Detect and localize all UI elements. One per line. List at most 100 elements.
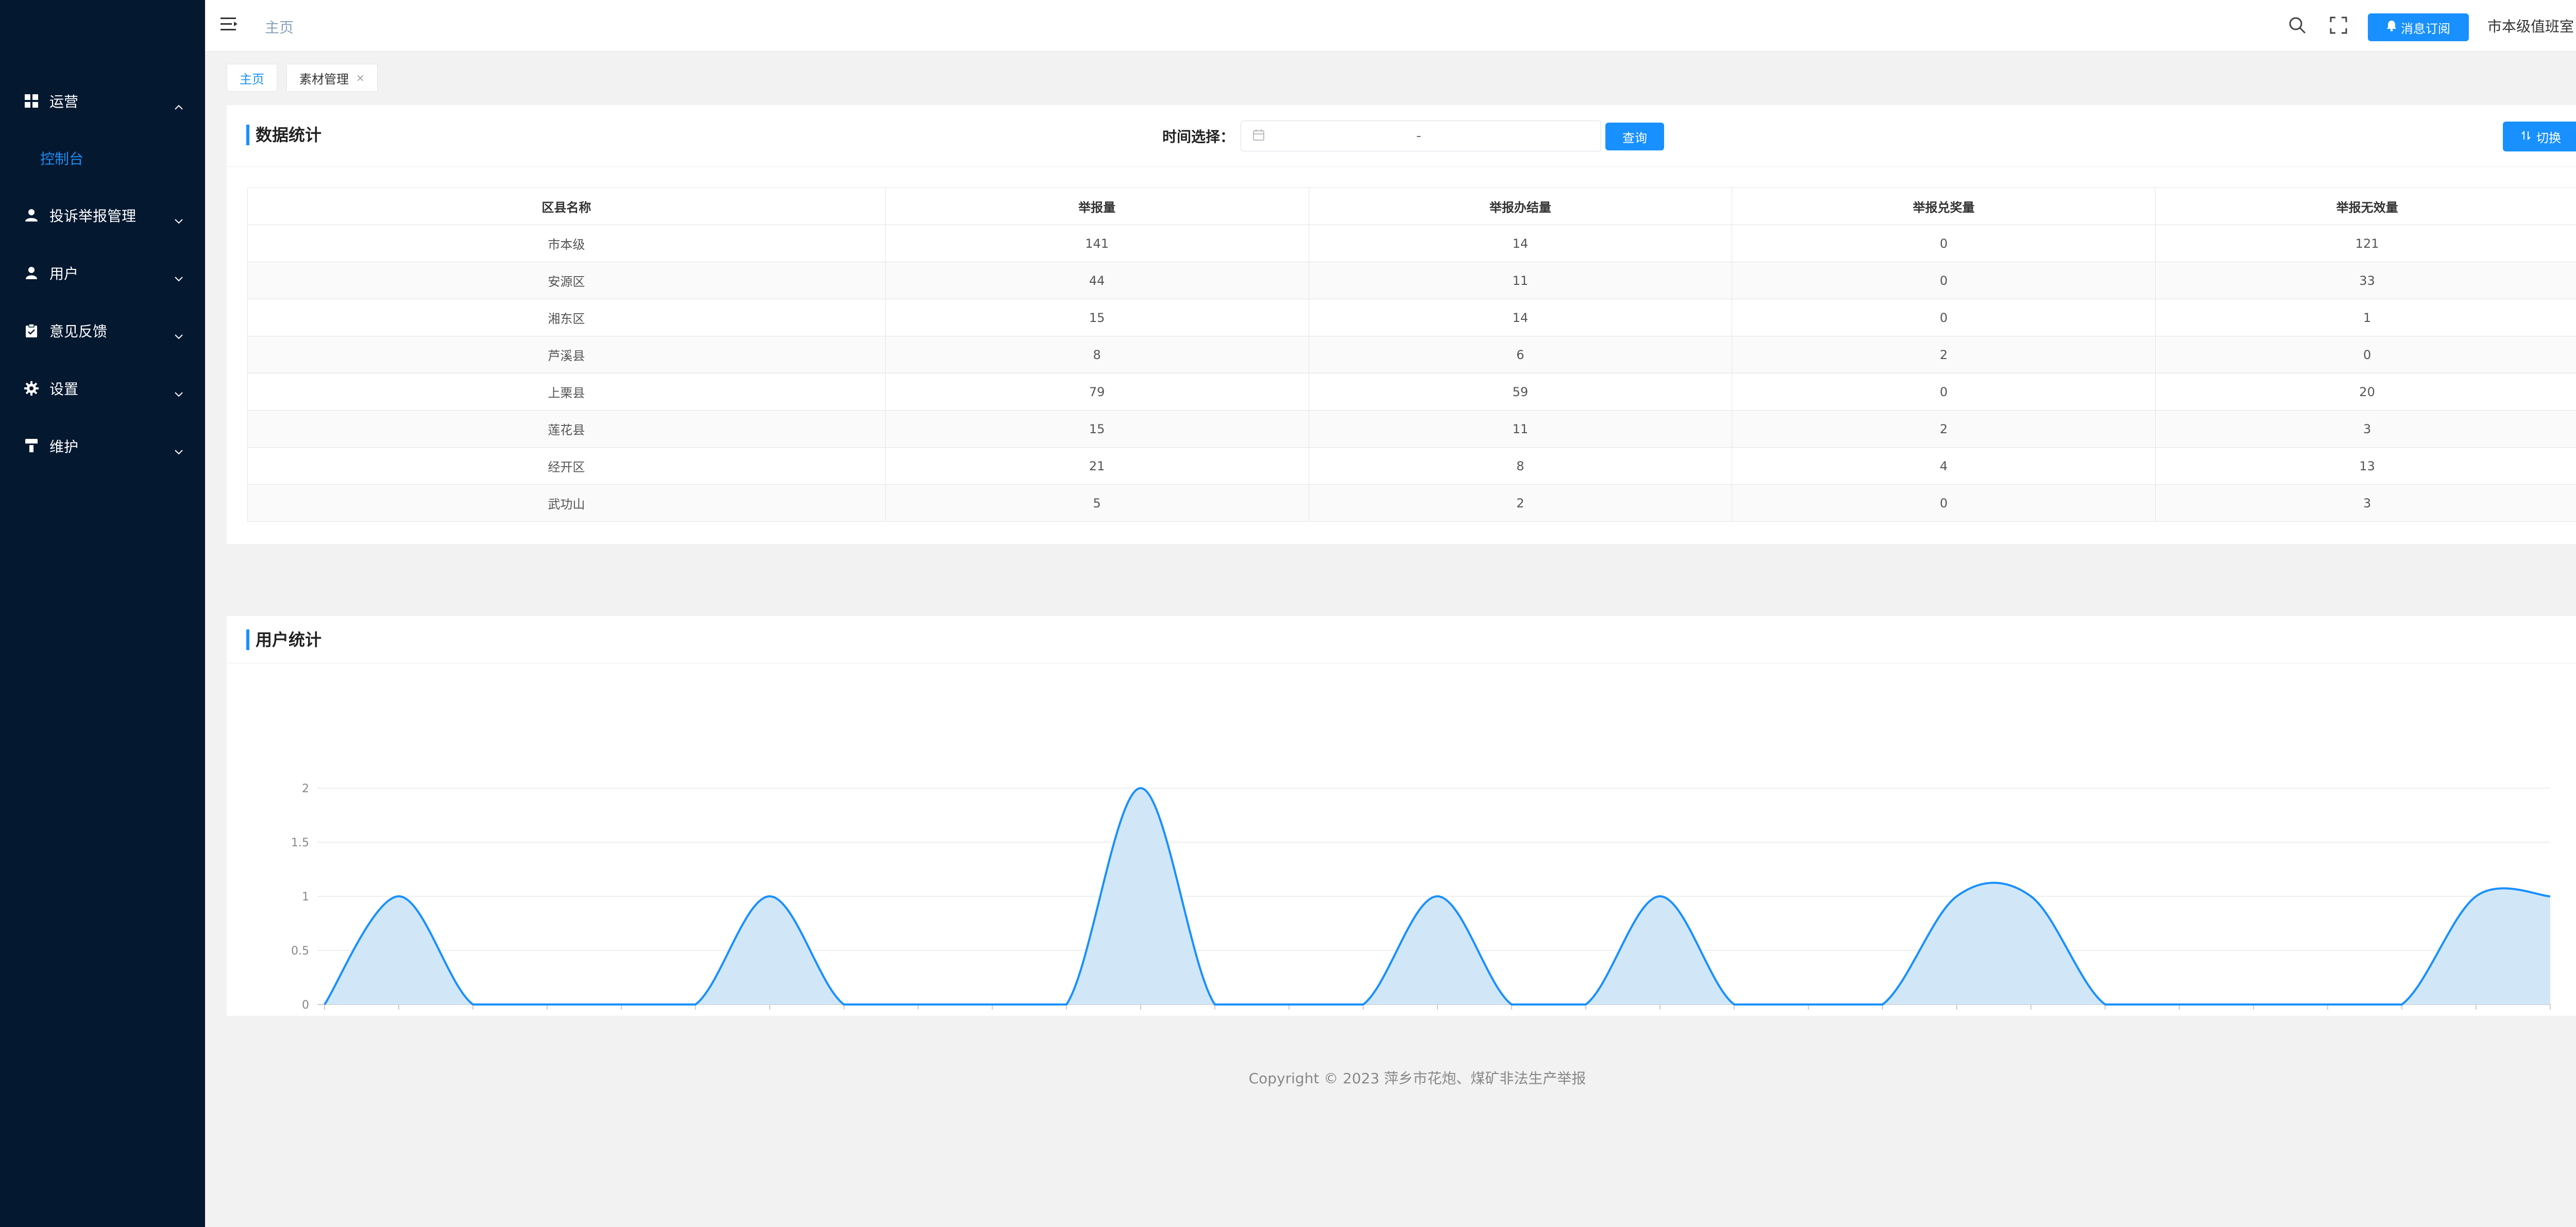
sidebar-item-operations[interactable]: 运营 bbox=[0, 72, 205, 130]
sidebar-menu: 运营 控制台 投诉举报管理 用户 意见反馈 设置 维护 bbox=[0, 72, 205, 475]
statistics-table: 区县名称 举报量 举报办结量 举报兑奖量 举报无效量 市本级 141 14 0 … bbox=[247, 188, 2576, 522]
table-row: 经开区 21 8 4 13 bbox=[247, 447, 2576, 485]
table-cell: 1 bbox=[2155, 299, 2576, 336]
table-row: 芦溪县 8 6 2 0 bbox=[247, 336, 2576, 373]
table-cell: 0 bbox=[1732, 262, 2156, 299]
user-statistics-chart: 00.511.5204-0704-0804-0904-1004-1104-120… bbox=[227, 678, 2576, 1046]
sidebar-item-label: 维护 bbox=[49, 438, 79, 455]
user-statistics-panel: 用户统计 00.511.5204-0704-0804-0904-1004-110… bbox=[227, 616, 2576, 1046]
table-cell: 芦溪县 bbox=[247, 336, 886, 373]
sidebar-item-maintenance[interactable]: 维护 bbox=[0, 417, 205, 475]
panel-title: 用户统计 bbox=[246, 629, 321, 650]
column-header: 举报量 bbox=[885, 188, 1309, 225]
table-cell: 湘东区 bbox=[247, 299, 886, 336]
bell-icon bbox=[2386, 20, 2397, 35]
sidebar-item-complaints[interactable]: 投诉举报管理 bbox=[0, 186, 205, 244]
tab-home[interactable]: 主页 bbox=[227, 64, 277, 92]
table-cell: 武功山 bbox=[247, 484, 886, 522]
chevron-down-icon bbox=[174, 384, 183, 401]
column-header: 举报无效量 bbox=[2155, 188, 2576, 225]
user-name: 市本级值班室 bbox=[2487, 18, 2574, 35]
gear-icon bbox=[24, 381, 39, 396]
y-tick-label: 2 bbox=[302, 782, 309, 795]
panel-header: 数据统计 时间选择： - 查询 切换 bbox=[227, 105, 2576, 167]
date-range-separator: - bbox=[1416, 128, 1421, 144]
breadcrumb[interactable]: 主页 bbox=[265, 16, 294, 37]
table-row: 上栗县 79 59 0 20 bbox=[247, 373, 2576, 411]
table-cell: 20 bbox=[2155, 373, 2576, 411]
sidebar-item-settings[interactable]: 设置 bbox=[0, 360, 205, 417]
sidebar-item-label: 意见反馈 bbox=[49, 323, 108, 340]
table-cell: 2 bbox=[1732, 410, 2156, 448]
table-cell: 15 bbox=[885, 299, 1309, 336]
sidebar-subitem-console[interactable]: 控制台 bbox=[0, 130, 205, 186]
fullscreen-icon[interactable] bbox=[2330, 16, 2347, 36]
date-range-picker[interactable]: - bbox=[1241, 121, 1601, 151]
table-cell: 15 bbox=[885, 410, 1309, 448]
table-cell: 59 bbox=[1308, 373, 1733, 411]
swap-icon bbox=[2521, 129, 2531, 144]
table-cell: 8 bbox=[885, 336, 1309, 373]
query-button[interactable]: 查询 bbox=[1605, 123, 1664, 150]
table-row: 莲花县 15 11 2 3 bbox=[247, 410, 2576, 448]
time-select-label: 时间选择： bbox=[1162, 128, 1235, 145]
user-menu[interactable]: 市本级值班室 bbox=[2487, 15, 2576, 36]
table-cell: 79 bbox=[885, 373, 1309, 411]
sidebar: 运营 控制台 投诉举报管理 用户 意见反馈 设置 维护 bbox=[0, 0, 205, 1227]
table-cell: 0 bbox=[1732, 373, 2156, 411]
chevron-down-icon bbox=[174, 269, 183, 286]
y-tick-label: 1 bbox=[302, 891, 309, 904]
sidebar-item-label: 设置 bbox=[49, 381, 79, 398]
search-icon[interactable] bbox=[2289, 16, 2306, 36]
table-cell: 3 bbox=[2155, 484, 2576, 522]
menu-toggle-icon[interactable] bbox=[221, 16, 238, 34]
table-cell: 14 bbox=[1308, 225, 1733, 262]
table-row: 安源区 44 11 0 33 bbox=[247, 262, 2576, 299]
table-cell: 121 bbox=[2155, 225, 2576, 262]
tab-material-management[interactable]: 素材管理 × bbox=[286, 64, 378, 92]
chevron-up-icon bbox=[174, 97, 183, 114]
table-cell: 安源区 bbox=[247, 262, 886, 299]
calendar-icon bbox=[1252, 129, 1265, 143]
table-cell: 44 bbox=[885, 262, 1309, 299]
y-tick-label: 1.5 bbox=[291, 837, 309, 849]
table-cell: 5 bbox=[885, 484, 1309, 522]
table-cell: 13 bbox=[2155, 447, 2576, 485]
clipboard-icon bbox=[24, 323, 39, 338]
table-cell: 2 bbox=[1732, 336, 2156, 373]
close-icon[interactable]: × bbox=[356, 72, 365, 84]
table-cell: 0 bbox=[1732, 484, 2156, 522]
panel-header: 用户统计 bbox=[227, 616, 2576, 663]
table-cell: 8 bbox=[1308, 447, 1733, 485]
table-cell: 0 bbox=[1732, 299, 2156, 336]
table-cell: 市本级 bbox=[247, 225, 886, 262]
chevron-down-icon bbox=[174, 327, 183, 344]
footer-copyright: Copyright © 2023 萍乡市花炮、煤矿非法生产举报 bbox=[1248, 1070, 1586, 1087]
chevron-down-icon bbox=[174, 442, 183, 459]
table-cell: 33 bbox=[2155, 262, 2576, 299]
column-header: 区县名称 bbox=[247, 188, 886, 225]
user-report-icon bbox=[24, 208, 39, 223]
dashboard-grid-icon bbox=[24, 93, 39, 109]
column-header: 举报兑奖量 bbox=[1732, 188, 2156, 225]
top-header: 主页 消息订阅 市本级值班室 bbox=[205, 0, 2576, 52]
sidebar-item-users[interactable]: 用户 bbox=[0, 244, 205, 302]
table-cell: 3 bbox=[2155, 410, 2576, 448]
table-row: 市本级 141 14 0 121 bbox=[247, 225, 2576, 262]
sidebar-item-feedback[interactable]: 意见反馈 bbox=[0, 302, 205, 360]
table-cell: 11 bbox=[1308, 262, 1733, 299]
tab-label: 主页 bbox=[240, 72, 264, 87]
subscribe-label: 消息订阅 bbox=[2401, 21, 2450, 36]
table-row: 湘东区 15 14 0 1 bbox=[247, 299, 2576, 336]
subscribe-button[interactable]: 消息订阅 bbox=[2368, 13, 2469, 41]
table-cell: 6 bbox=[1308, 336, 1733, 373]
switch-button[interactable]: 切换 bbox=[2503, 122, 2576, 151]
table-cell: 11 bbox=[1308, 410, 1733, 448]
table-row: 武功山 5 2 0 3 bbox=[247, 484, 2576, 522]
sidebar-item-label: 用户 bbox=[49, 265, 79, 282]
table-cell: 2 bbox=[1308, 484, 1733, 522]
table-cell: 0 bbox=[2155, 336, 2576, 373]
page-tabs: 主页 素材管理 × bbox=[227, 64, 378, 92]
panel-title: 数据统计 bbox=[246, 125, 321, 145]
user-icon bbox=[24, 265, 39, 281]
